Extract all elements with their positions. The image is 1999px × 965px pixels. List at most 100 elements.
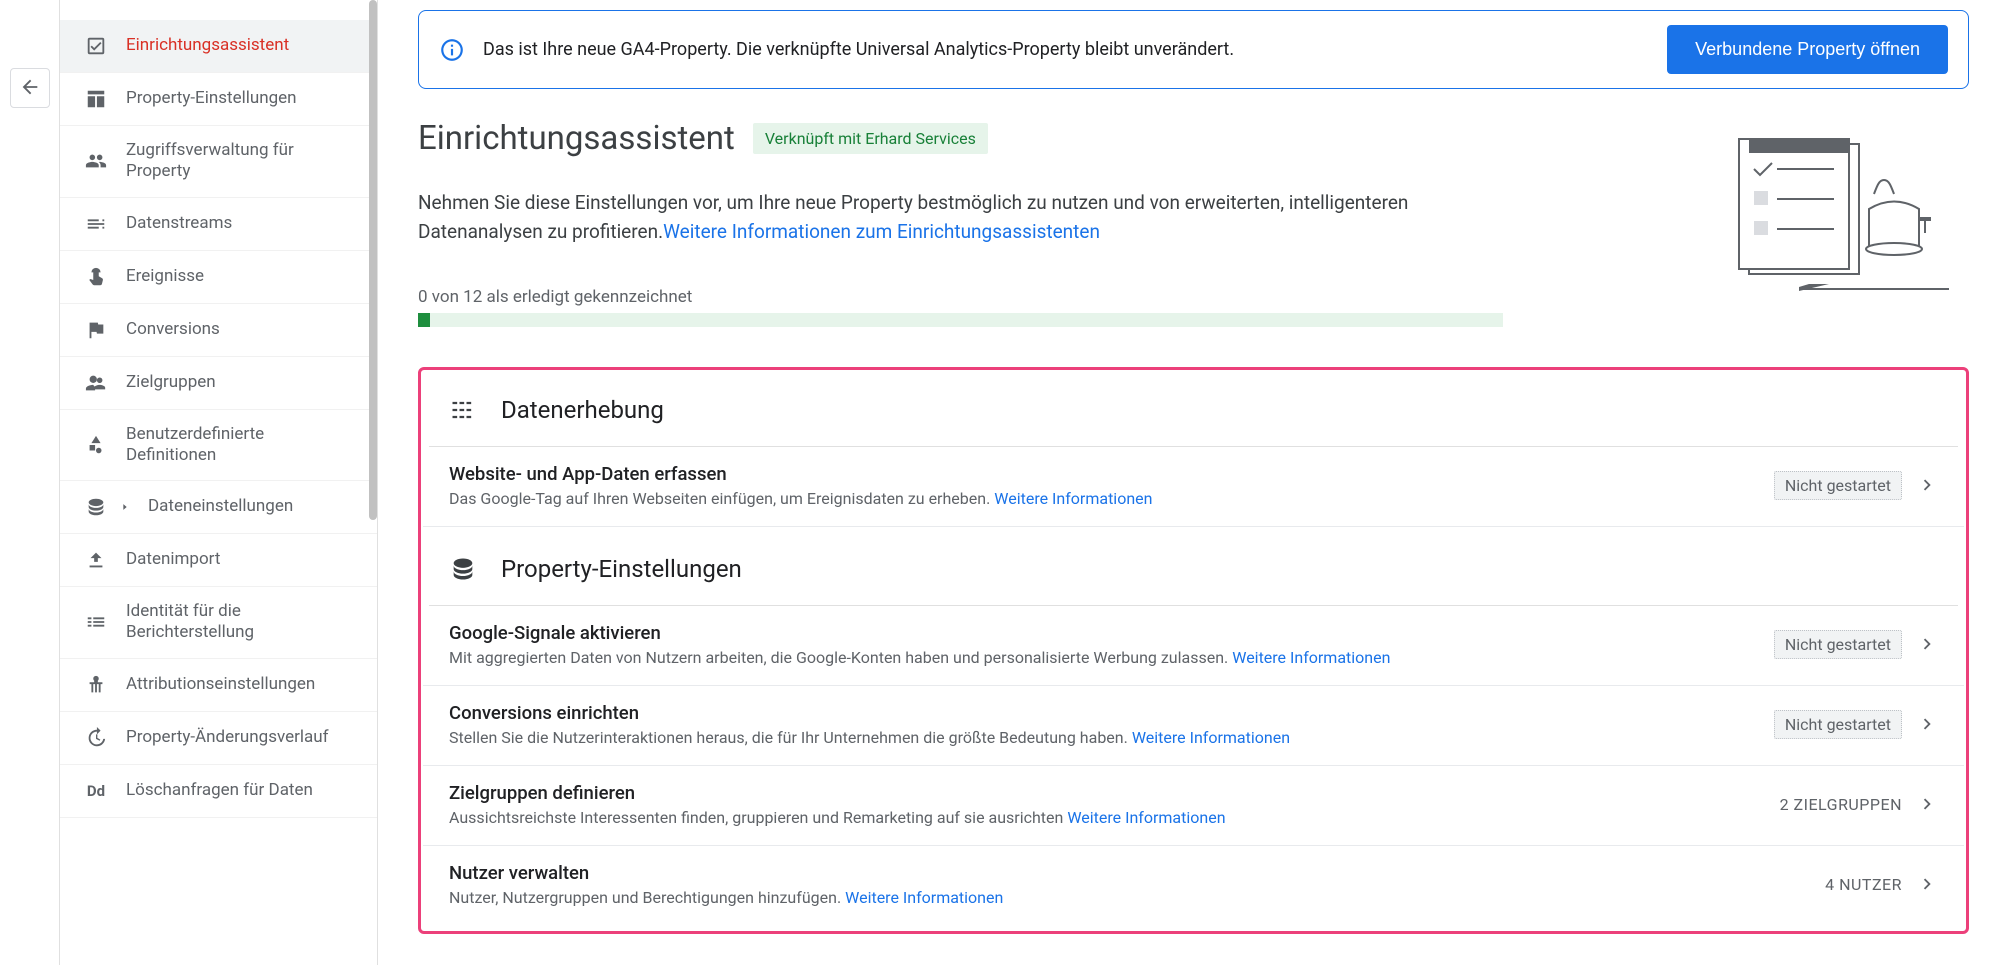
row-google-signals[interactable]: Google-Signale aktivieren Mit aggregiert… bbox=[423, 606, 1964, 686]
chevron-right-icon bbox=[1916, 713, 1938, 735]
sidebar-item-data-import[interactable]: Datenimport bbox=[60, 534, 377, 587]
sidebar-item-label: Property-Änderungsverlauf bbox=[126, 727, 357, 748]
sidebar-item-datastreams[interactable]: Datenstreams bbox=[60, 198, 377, 251]
sidebar-item-conversions[interactable]: Conversions bbox=[60, 304, 377, 357]
sidebar-item-property-settings[interactable]: Property-Einstellungen bbox=[60, 73, 377, 126]
row-desc: Aussichtsreichste Interessenten finden, … bbox=[449, 808, 1780, 827]
section-title: Datenerhebung bbox=[501, 396, 664, 424]
back-button[interactable] bbox=[10, 68, 50, 108]
open-connected-property-button[interactable]: Verbundene Property öffnen bbox=[1667, 25, 1948, 74]
sidebar-item-change-history[interactable]: Property-Änderungsverlauf bbox=[60, 712, 377, 765]
illustration bbox=[1709, 119, 1969, 299]
sidebar-item-data-settings[interactable]: Dateneinstellungen bbox=[60, 481, 377, 534]
database-icon bbox=[84, 495, 108, 519]
upload-icon bbox=[84, 548, 108, 572]
section-data-collection-header: Datenerhebung bbox=[423, 378, 1964, 446]
learn-more-link[interactable]: Weitere Informationen bbox=[1232, 648, 1390, 667]
row-desc: Mit aggregierten Daten von Nutzern arbei… bbox=[449, 648, 1774, 667]
sidebar-item-label: Dateneinstellungen bbox=[148, 496, 357, 517]
row-collect-web-app-data[interactable]: Website- und App-Daten erfassen Das Goog… bbox=[423, 447, 1964, 527]
status-chip: Nicht gestartet bbox=[1774, 710, 1902, 739]
chevron-right-icon bbox=[1916, 474, 1938, 496]
layout-icon bbox=[84, 87, 108, 111]
section-title: Property-Einstellungen bbox=[501, 555, 742, 583]
sidebar: Einrichtungsassistent Property-Einstellu… bbox=[60, 0, 378, 965]
main-content: Das ist Ihre neue GA4-Property. Die verk… bbox=[378, 0, 1999, 965]
sidebar-item-setup-assistant[interactable]: Einrichtungsassistent bbox=[60, 20, 377, 73]
row-title: Website- und App-Daten erfassen bbox=[449, 463, 1774, 485]
count-text: 4 NUTZER bbox=[1825, 875, 1902, 894]
page-header: Einrichtungsassistent Verknüpft mit Erha… bbox=[418, 119, 1649, 158]
chevron-right-icon bbox=[1916, 873, 1938, 895]
sidebar-item-label: Property-Einstellungen bbox=[126, 88, 357, 109]
intro-learn-more-link[interactable]: Weitere Informationen zum Einrichtungsas… bbox=[663, 220, 1100, 243]
page-title: Einrichtungsassistent bbox=[418, 119, 735, 158]
sidebar-scrollbar[interactable] bbox=[369, 0, 377, 965]
sidebar-item-label: Identität für die Berichterstellung bbox=[126, 601, 357, 644]
info-banner: Das ist Ihre neue GA4-Property. Die verk… bbox=[418, 10, 1969, 89]
sidebar-item-access-mgmt[interactable]: Zugriffsverwaltung für Property bbox=[60, 126, 377, 198]
learn-more-link[interactable]: Weitere Informationen bbox=[845, 888, 1003, 907]
intro-text: Nehmen Sie diese Einstellungen vor, um I… bbox=[418, 188, 1518, 247]
learn-more-link[interactable]: Weitere Informationen bbox=[1067, 808, 1225, 827]
sidebar-item-delete-requests[interactable]: Dd Löschanfragen für Daten bbox=[60, 765, 377, 818]
row-conversions-setup[interactable]: Conversions einrichten Stellen Sie die N… bbox=[423, 686, 1964, 766]
row-audiences-define[interactable]: Zielgruppen definieren Aussichtsreichste… bbox=[423, 766, 1964, 846]
attribution-icon bbox=[84, 673, 108, 697]
sidebar-item-events[interactable]: Ereignisse bbox=[60, 251, 377, 304]
progress: 0 von 12 als erledigt gekennzeichnet bbox=[418, 287, 1649, 327]
sidebar-item-audiences[interactable]: Zielgruppen bbox=[60, 357, 377, 410]
row-title: Zielgruppen definieren bbox=[449, 782, 1780, 804]
sidebar-item-label: Datenstreams bbox=[126, 213, 357, 234]
streams-icon bbox=[84, 212, 108, 236]
progress-fill bbox=[418, 313, 430, 327]
row-title: Conversions einrichten bbox=[449, 702, 1774, 724]
banner-text: Das ist Ihre neue GA4-Property. Die verk… bbox=[483, 39, 1649, 60]
info-icon bbox=[439, 37, 465, 63]
sidebar-item-attribution[interactable]: Attributionseinstellungen bbox=[60, 659, 377, 712]
caret-right-icon bbox=[120, 497, 130, 517]
dd-icon: Dd bbox=[84, 779, 108, 803]
progress-label: 0 von 12 als erledigt gekennzeichnet bbox=[418, 287, 1649, 307]
property-settings-icon bbox=[449, 555, 477, 583]
chevron-right-icon bbox=[1916, 633, 1938, 655]
sidebar-item-identity[interactable]: Identität für die Berichterstellung bbox=[60, 587, 377, 659]
status-chip: Nicht gestartet bbox=[1774, 471, 1902, 500]
back-strip bbox=[0, 0, 60, 965]
row-title: Nutzer verwalten bbox=[449, 862, 1825, 884]
sidebar-item-label: Benutzerdefinierte Definitionen bbox=[126, 424, 357, 467]
identity-icon bbox=[84, 610, 108, 634]
app-root: Einrichtungsassistent Property-Einstellu… bbox=[0, 0, 1999, 965]
flag-icon bbox=[84, 318, 108, 342]
sidebar-item-label: Datenimport bbox=[126, 549, 357, 570]
sidebar-item-label: Zugriffsverwaltung für Property bbox=[126, 140, 357, 183]
people-icon bbox=[84, 149, 108, 173]
sidebar-item-label: Ereignisse bbox=[126, 266, 357, 287]
sidebar-item-label: Einrichtungsassistent bbox=[126, 35, 357, 56]
linked-badge: Verknüpft mit Erhard Services bbox=[753, 123, 988, 154]
sidebar-item-label: Löschanfragen für Daten bbox=[126, 780, 357, 801]
arrow-left-icon bbox=[19, 76, 41, 101]
chevron-right-icon bbox=[1916, 793, 1938, 815]
status-chip: Nicht gestartet bbox=[1774, 630, 1902, 659]
sidebar-item-label: Conversions bbox=[126, 319, 357, 340]
history-icon bbox=[84, 726, 108, 750]
touch-icon bbox=[84, 265, 108, 289]
row-title: Google-Signale aktivieren bbox=[449, 622, 1774, 644]
data-collection-icon bbox=[449, 396, 477, 424]
count-text: 2 ZIELGRUPPEN bbox=[1780, 795, 1902, 814]
row-desc: Das Google-Tag auf Ihren Webseiten einfü… bbox=[449, 489, 1774, 508]
progress-bar bbox=[418, 313, 1503, 327]
checkbox-icon bbox=[84, 34, 108, 58]
learn-more-link[interactable]: Weitere Informationen bbox=[994, 489, 1152, 508]
sidebar-item-custom-defs[interactable]: Benutzerdefinierte Definitionen bbox=[60, 410, 377, 482]
audience-icon bbox=[84, 371, 108, 395]
row-desc: Stellen Sie die Nutzerinteraktionen hera… bbox=[449, 728, 1774, 747]
shapes-icon bbox=[84, 433, 108, 457]
row-manage-users[interactable]: Nutzer verwalten Nutzer, Nutzergruppen u… bbox=[423, 846, 1964, 925]
section-property-settings-header: Property-Einstellungen bbox=[423, 527, 1964, 605]
sidebar-item-label: Attributionseinstellungen bbox=[126, 674, 357, 695]
learn-more-link[interactable]: Weitere Informationen bbox=[1132, 728, 1290, 747]
row-desc: Nutzer, Nutzergruppen und Berechtigungen… bbox=[449, 888, 1825, 907]
sidebar-item-label: Zielgruppen bbox=[126, 372, 357, 393]
